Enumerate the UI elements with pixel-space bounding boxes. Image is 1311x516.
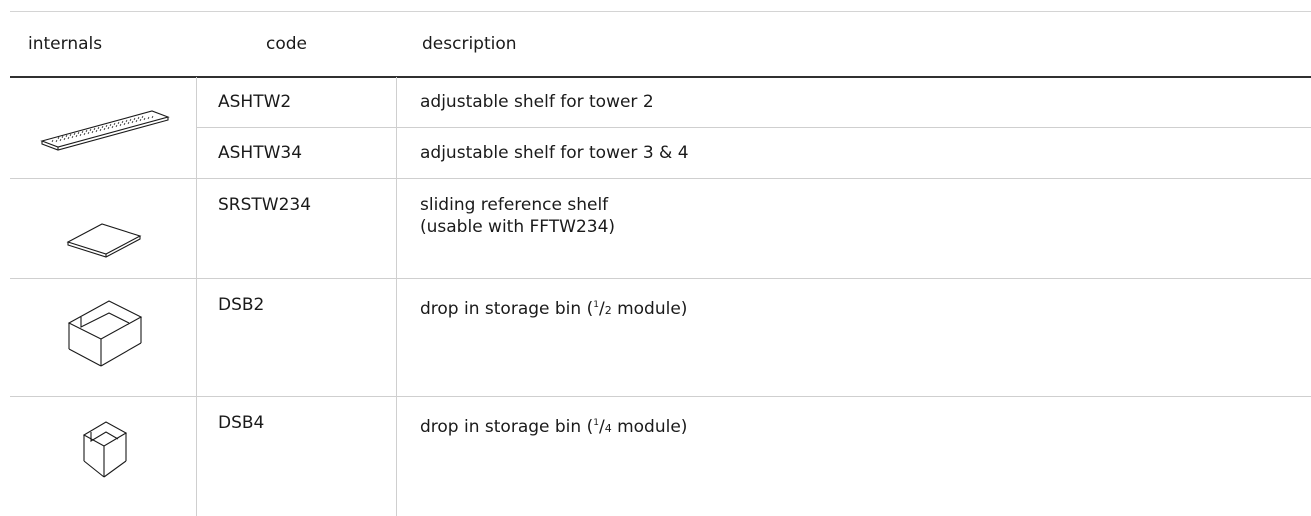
column-divider-1 <box>196 77 197 516</box>
storage-bin-quarter-icon <box>82 421 128 478</box>
table-header-row <box>10 12 1311 78</box>
description-cell: drop in storage bin (1/2 module) <box>420 299 688 319</box>
description-cell: sliding reference shelf (usable with FFT… <box>420 194 615 238</box>
header-code: code <box>266 34 307 54</box>
row-divider <box>10 396 1311 397</box>
adjustable-shelf-icon <box>40 110 170 151</box>
code-cell: SRSTW234 <box>218 195 312 215</box>
code-cell: DSB2 <box>218 295 265 315</box>
fraction-numerator: 1 <box>593 418 599 428</box>
fraction-denominator: 4 <box>604 422 612 435</box>
code-cell: DSB4 <box>218 413 265 433</box>
storage-bin-half-icon <box>67 300 143 367</box>
fraction-denominator: 2 <box>604 304 612 317</box>
row-divider <box>10 178 1311 179</box>
header-description: description <box>422 34 517 54</box>
code-cell: ASHTW2 <box>218 92 292 112</box>
description-text: module) <box>611 299 688 319</box>
description-line-2: (usable with FFTW234) <box>420 217 616 237</box>
sliding-shelf-icon <box>66 223 142 258</box>
fraction-numerator: 1 <box>593 300 599 310</box>
header-internals: internals <box>28 34 103 54</box>
column-divider-2 <box>396 77 397 516</box>
description-cell: drop in storage bin (1/4 module) <box>420 417 688 437</box>
row-divider-partial <box>196 127 1311 128</box>
description-line-1: sliding reference shelf <box>420 195 609 215</box>
description-cell: adjustable shelf for tower 2 <box>420 92 654 112</box>
description-text: drop in storage bin ( <box>420 417 594 437</box>
code-cell: ASHTW34 <box>218 143 303 163</box>
description-text: module) <box>611 417 688 437</box>
row-divider <box>10 278 1311 279</box>
description-text: drop in storage bin ( <box>420 299 594 319</box>
description-cell: adjustable shelf for tower 3 & 4 <box>420 143 689 163</box>
